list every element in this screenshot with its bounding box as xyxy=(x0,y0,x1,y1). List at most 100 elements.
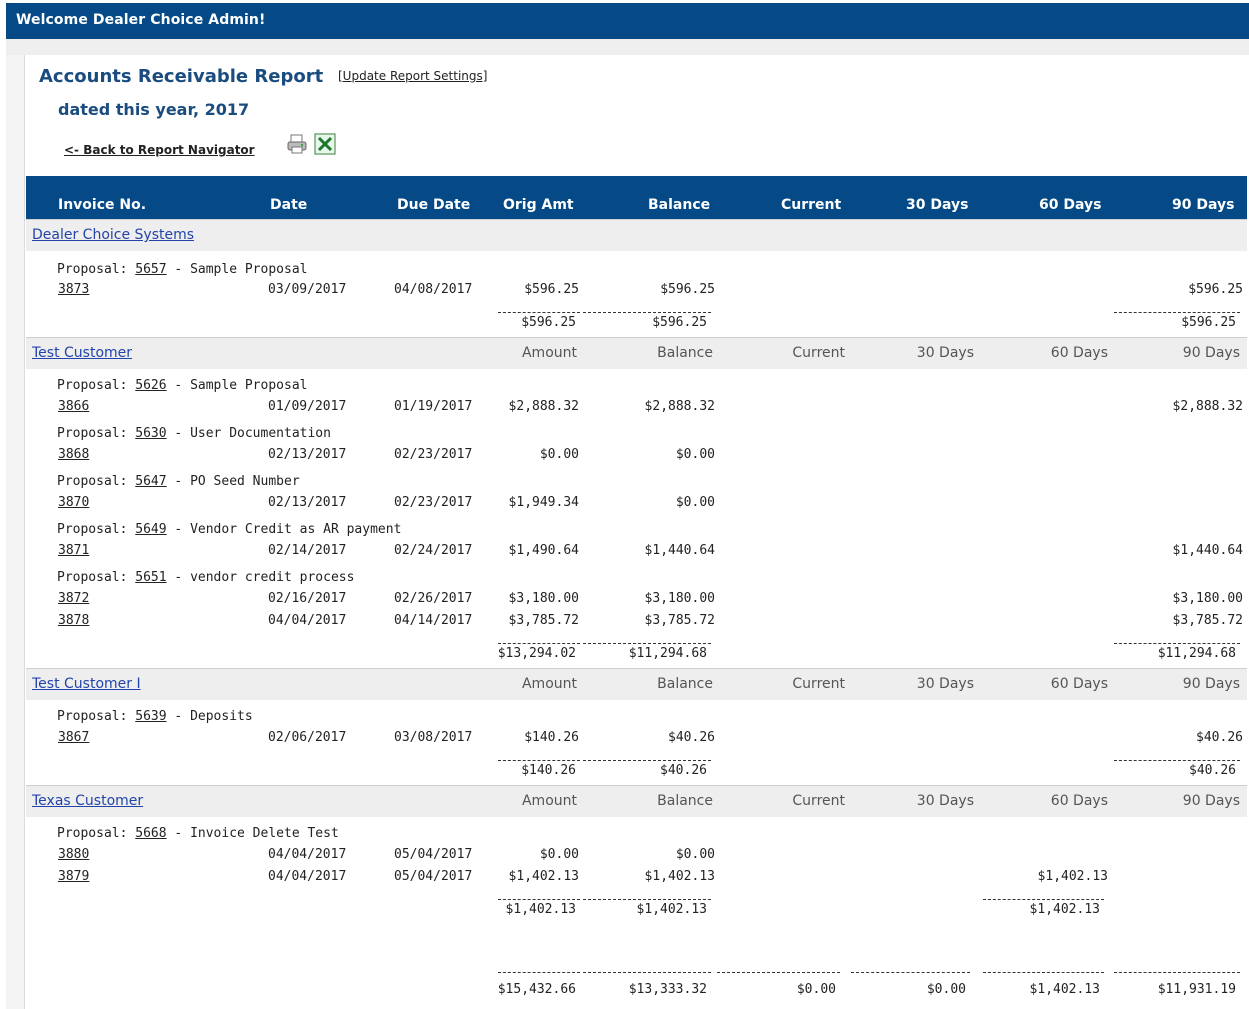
invoice-number-link[interactable]: 3872 xyxy=(58,591,89,606)
col-balance[interactable]: Balance xyxy=(648,197,710,213)
invoice-number-link[interactable]: 3879 xyxy=(58,869,89,884)
amount-balance: $3,785.72 xyxy=(644,613,715,628)
band-divider xyxy=(26,219,1247,220)
subheader-d90: 90 Days xyxy=(1182,793,1240,809)
subtotal-d90: $596.25 xyxy=(1181,315,1236,330)
subheader-d90: 90 Days xyxy=(1182,676,1240,692)
subtotal-divider xyxy=(498,312,580,313)
grand-total-divider xyxy=(851,972,970,973)
invoice-number-link[interactable]: 3873 xyxy=(58,282,89,297)
proposal-line: Proposal: 5626 - Sample Proposal xyxy=(57,378,307,393)
subheader-d30: 30 Days xyxy=(916,345,974,361)
subtotal-d90: $40.26 xyxy=(1189,763,1236,778)
amount-d90: $3,180.00 xyxy=(1172,591,1243,606)
subheader-d30: 30 Days xyxy=(916,676,974,692)
invoice-date: 02/13/2017 xyxy=(268,447,347,462)
invoice-date: 02/14/2017 xyxy=(268,543,347,558)
proposal-number-link[interactable]: 5630 xyxy=(135,426,166,441)
proposal-number-link[interactable]: 5657 xyxy=(135,262,166,277)
proposal-number-link[interactable]: 5649 xyxy=(135,522,166,537)
col-date[interactable]: Date xyxy=(270,197,307,213)
col-60-days[interactable]: 60 Days xyxy=(1039,197,1101,213)
subtotal-orig: $596.25 xyxy=(521,315,576,330)
amount-balance: $1,402.13 xyxy=(644,869,715,884)
col-orig-amt[interactable]: Orig Amt xyxy=(503,197,574,213)
proposal-description: - Vendor Credit as AR payment xyxy=(166,522,402,537)
excel-icon[interactable] xyxy=(314,133,336,155)
grand-total-divider xyxy=(1114,972,1240,973)
amount-orig: $0.00 xyxy=(539,447,579,462)
col-30-days[interactable]: 30 Days xyxy=(906,197,968,213)
subtotal-divider xyxy=(1114,643,1240,644)
grand-total-current: $0.00 xyxy=(796,982,836,997)
report-date-range: dated this year, 2017 xyxy=(58,100,250,119)
proposal-prefix: Proposal: xyxy=(57,709,136,724)
proposal-prefix: Proposal: xyxy=(57,262,136,277)
subheader-balance: Balance xyxy=(657,676,713,692)
welcome-banner: Welcome Dealer Choice Admin! xyxy=(6,3,1249,39)
proposal-description: - PO Seed Number xyxy=(166,474,300,489)
subheader-balance: Balance xyxy=(657,793,713,809)
invoice-number-link[interactable]: 3871 xyxy=(58,543,89,558)
grand-total-balance: $13,333.32 xyxy=(628,982,707,997)
amount-orig: $3,785.72 xyxy=(508,613,579,628)
subheader-d60: 60 Days xyxy=(1050,793,1108,809)
subtotal-orig: $140.26 xyxy=(521,763,576,778)
proposal-description: - Invoice Delete Test xyxy=(166,826,339,841)
grand-total-d90: $11,931.19 xyxy=(1157,982,1236,997)
grand-total-divider xyxy=(983,972,1104,973)
grand-total-orig: $15,432.66 xyxy=(497,982,576,997)
invoice-number-link[interactable]: 3866 xyxy=(58,399,89,414)
col-90-days[interactable]: 90 Days xyxy=(1172,197,1234,213)
customer-link[interactable]: Test Customer xyxy=(32,345,132,361)
amount-orig: $3,180.00 xyxy=(508,591,579,606)
proposal-description: - Deposits xyxy=(166,709,253,724)
proposal-prefix: Proposal: xyxy=(57,522,136,537)
invoice-number-link[interactable]: 3878 xyxy=(58,613,89,628)
back-to-navigator-link[interactable]: <- Back to Report Navigator xyxy=(64,143,255,157)
invoice-number-link[interactable]: 3867 xyxy=(58,730,89,745)
band-divider xyxy=(26,337,1247,338)
subtotal-divider xyxy=(583,899,711,900)
invoice-date: 04/04/2017 xyxy=(268,847,347,862)
gray-strip xyxy=(6,39,1249,55)
amount-orig: $140.26 xyxy=(524,730,579,745)
amount-orig: $1,949.34 xyxy=(508,495,579,510)
invoice-date: 03/09/2017 xyxy=(268,282,347,297)
col-due-date[interactable]: Due Date xyxy=(397,197,470,213)
invoice-date: 02/16/2017 xyxy=(268,591,347,606)
subtotal-divider xyxy=(583,760,711,761)
proposal-number-link[interactable]: 5651 xyxy=(135,570,166,585)
subheader-current: Current xyxy=(792,793,845,809)
grand-total-d60: $1,402.13 xyxy=(1029,982,1100,997)
subtotal-orig: $13,294.02 xyxy=(497,646,576,661)
subtotal-divider xyxy=(1114,312,1240,313)
col-invoice-no[interactable]: Invoice No. xyxy=(58,197,146,213)
col-current[interactable]: Current xyxy=(781,197,841,213)
proposal-number-link[interactable]: 5626 xyxy=(135,378,166,393)
customer-link[interactable]: Dealer Choice Systems xyxy=(32,227,194,243)
invoice-date: 04/04/2017 xyxy=(268,869,347,884)
amount-d60: $1,402.13 xyxy=(1037,869,1108,884)
invoice-number-link[interactable]: 3870 xyxy=(58,495,89,510)
update-settings-link[interactable]: [Update Report Settings] xyxy=(338,69,487,83)
customer-link[interactable]: Test Customer I xyxy=(32,676,141,692)
invoice-date: 04/04/2017 xyxy=(268,613,347,628)
subheader-current: Current xyxy=(792,345,845,361)
invoice-number-link[interactable]: 3868 xyxy=(58,447,89,462)
invoice-number-link[interactable]: 3880 xyxy=(58,847,89,862)
proposal-number-link[interactable]: 5668 xyxy=(135,826,166,841)
print-icon[interactable] xyxy=(286,133,308,155)
subtotal-balance: $11,294.68 xyxy=(628,646,707,661)
subtotal-balance: $596.25 xyxy=(652,315,707,330)
amount-balance: $2,888.32 xyxy=(644,399,715,414)
customer-link[interactable]: Texas Customer xyxy=(32,793,143,809)
band-divider xyxy=(26,785,1247,786)
grand-total-d30: $0.00 xyxy=(926,982,966,997)
proposal-number-link[interactable]: 5647 xyxy=(135,474,166,489)
proposal-description: - vendor credit process xyxy=(166,570,355,585)
subtotal-balance: $1,402.13 xyxy=(636,902,707,917)
subtotal-d90: $11,294.68 xyxy=(1157,646,1236,661)
proposal-number-link[interactable]: 5639 xyxy=(135,709,166,724)
invoice-date: 02/13/2017 xyxy=(268,495,347,510)
